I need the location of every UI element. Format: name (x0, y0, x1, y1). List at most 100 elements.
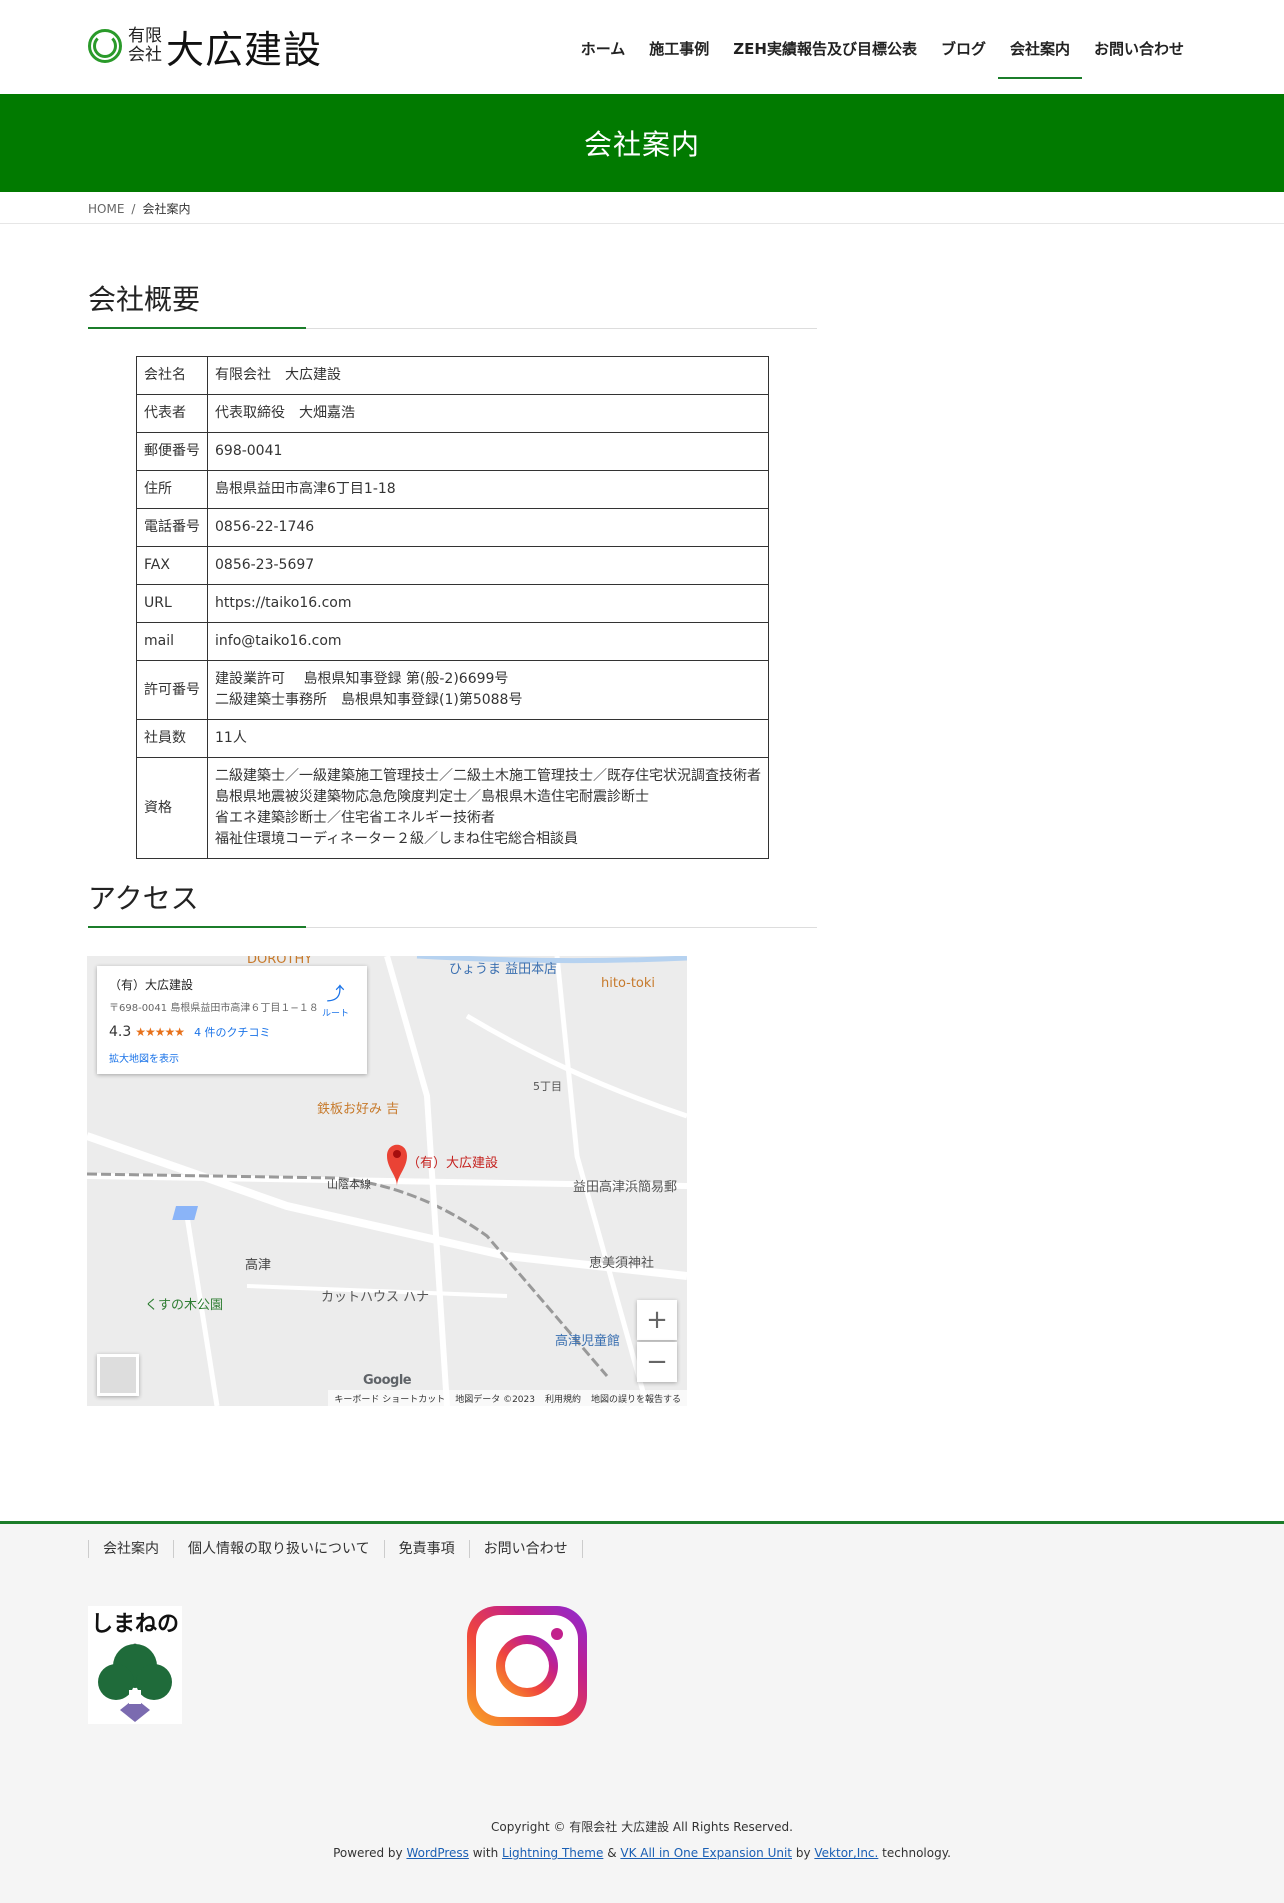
row-label: 許可番号 (136, 660, 208, 720)
instagram-icon[interactable] (467, 1606, 587, 1726)
row-value: 島根県益田市高津6丁目1-18 (207, 470, 769, 509)
wordpress-link[interactable]: WordPress (406, 1846, 468, 1860)
license-line-1: 建設業許可 島根県知事登録 第(般-2)6699号 (215, 671, 509, 687)
row-value: 0856-23-5697 (207, 546, 769, 585)
row-label: 住所 (136, 470, 208, 509)
row-label: 社員数 (136, 719, 208, 758)
google-map[interactable]: （有）大広建設 〒698-0041 島根県益田市高津６丁目１−１８ 4.3 ★★… (87, 956, 687, 1406)
map-keyboard-shortcuts[interactable]: キーボード ショートカット (334, 1392, 445, 1405)
table-row: 資格 二級建築士／一級建築施工管理技士／二級土木施工管理技士／既存住宅状況調査技… (136, 757, 769, 859)
footer-nav: 会社案内 個人情報の取り扱いについて 免責事項 お問い合わせ (88, 1540, 583, 1558)
powered-with: with (472, 1846, 499, 1860)
footer-nav-disclaimer[interactable]: 免責事項 (383, 1540, 469, 1558)
map-place-card: （有）大広建設 〒698-0041 島根県益田市高津６丁目１−１８ 4.3 ★★… (97, 966, 367, 1074)
map-larger-link[interactable]: 拡大地図を表示 (109, 1050, 355, 1065)
map-rating: 4.3 ★★★★★ 4 件のクチコミ (109, 1024, 355, 1040)
table-row: 社員数 11人 (136, 719, 769, 758)
row-value: 代表取締役 大畑嘉浩 (207, 394, 769, 433)
nav-blog[interactable]: ブログ (929, 30, 998, 79)
row-label: 郵便番号 (136, 432, 208, 471)
row-label: mail (136, 622, 208, 661)
nav-zeh[interactable]: ZEH実績報告及び目標公表 (721, 30, 929, 79)
row-label: 代表者 (136, 394, 208, 433)
map-report-link[interactable]: 地図の誤りを報告する (591, 1392, 681, 1405)
breadcrumb-current: 会社案内 (142, 202, 191, 216)
row-value: 有限会社 大広建設 (207, 356, 769, 395)
page-header-band: 会社案内 (0, 94, 1284, 192)
row-label: 電話番号 (136, 508, 208, 547)
nav-works[interactable]: 施工事例 (637, 30, 721, 79)
map-zoom-out-button[interactable]: − (637, 1342, 677, 1382)
table-row: 郵便番号 698-0041 (136, 432, 769, 471)
star-rating-icon: ★★★★★ (135, 1025, 185, 1039)
qualification-line-3: 省エネ建築診断士／住宅省エネルギー技術者 (215, 810, 495, 826)
access-heading: アクセス (88, 877, 306, 928)
nav-company[interactable]: 会社案内 (997, 30, 1082, 79)
map-zoom-in-button[interactable]: + (637, 1300, 677, 1340)
map-label-cuthouse: カットハウス ハナ (321, 1290, 430, 1305)
table-row: FAX 0856-23-5697 (136, 546, 769, 585)
row-value: 0856-22-1746 (207, 508, 769, 547)
logo-small-bottom: 会社 (128, 45, 162, 65)
map-reviews-link[interactable]: 4 件のクチコミ (194, 1024, 271, 1040)
breadcrumb-separator: / (131, 201, 136, 216)
map-terms-link[interactable]: 利用規約 (545, 1392, 581, 1405)
copyright-text: Copyright © 有限会社 大広建設 All Rights Reserve… (491, 1820, 793, 1834)
site-logo[interactable]: 有限 会社 大広建設 (88, 24, 322, 72)
table-row: 代表者 代表取締役 大畑嘉浩 (136, 394, 769, 433)
map-label-post: 益田高津浜簡易郵 (573, 1180, 678, 1195)
map-directions-button[interactable]: ⤴ ルート (322, 980, 349, 1019)
shimane-wood-logo[interactable]: しまねの木 (88, 1606, 182, 1724)
powered-prefix: Powered by (333, 1846, 403, 1860)
map-label-teppan: 鉄板お好み 吉 (317, 1102, 400, 1117)
map-label-park: くすの木公園 (145, 1298, 224, 1313)
table-row: 会社名 有限会社 大広建設 (136, 356, 769, 395)
footer-nav-contact[interactable]: お問い合わせ (468, 1540, 583, 1558)
qualification-line-4: 福祉住環境コーディネーター２級／しまね住宅総合相談員 (215, 831, 579, 847)
license-line-2: 二級建築士事務所 島根県知事登録(1)第5088号 (215, 692, 523, 708)
lightning-theme-link[interactable]: Lightning Theme (502, 1846, 603, 1860)
directions-icon: ⤴ (326, 984, 345, 1005)
overview-heading: 会社概要 (88, 278, 307, 329)
table-row: 住所 島根県益田市高津6丁目1-18 (136, 470, 769, 509)
breadcrumb-home[interactable]: HOME (88, 202, 124, 216)
map-place-address: 〒698-0041 島根県益田市高津６丁目１−１８ (109, 1003, 319, 1014)
map-label-5chome: 5丁目 (533, 1080, 562, 1093)
table-row: URL https://taiko16.com (136, 584, 769, 623)
nav-contact[interactable]: お問い合わせ (1082, 30, 1196, 79)
powered-amp: & (607, 1846, 617, 1860)
map-label-dorothy: DOROTHY (247, 956, 313, 967)
company-table: 会社名 有限会社 大広建設 代表者 代表取締役 大畑嘉浩 郵便番号 698-0041 … (136, 356, 769, 859)
footer-nav-privacy[interactable]: 個人情報の取り扱いについて (173, 1540, 384, 1558)
map-label-hitotoki: hito-toki (601, 976, 656, 991)
row-label: 資格 (136, 757, 208, 859)
map-footer-bar: キーボード ショートカット 地図データ ©2023 利用規約 地図の誤りを報告す… (328, 1390, 687, 1406)
nav-home[interactable]: ホーム (569, 30, 638, 79)
map-label-line: 山陰本線 (327, 1178, 371, 1191)
map-data-credit: 地図データ ©2023 (455, 1394, 535, 1405)
qualification-line-1: 二級建築士／一級建築施工管理技士／二級土木施工管理技士／既存住宅状況調査技術者 (215, 768, 761, 784)
map-place-name: （有）大広建設 (109, 978, 194, 992)
page-title: 会社案内 (583, 128, 700, 161)
vektor-link[interactable]: Vektor,Inc. (814, 1846, 878, 1860)
footer-nav-company[interactable]: 会社案内 (88, 1540, 173, 1558)
map-type-toggle[interactable] (97, 1354, 139, 1396)
map-label-shrine: 恵美須神社 (589, 1256, 655, 1271)
table-row: mail info@taiko16.com (136, 622, 769, 661)
row-value: info@taiko16.com (207, 622, 769, 661)
row-label: 会社名 (136, 356, 208, 395)
row-value: https://taiko16.com (207, 584, 769, 623)
table-row: 電話番号 0856-22-1746 (136, 508, 769, 547)
row-label: URL (136, 584, 208, 623)
row-value: 698-0041 (207, 432, 769, 471)
logo-name: 大広建設 (166, 27, 323, 72)
vk-expansion-link[interactable]: VK All in One Expansion Unit (620, 1846, 792, 1860)
map-label-company: （有）大広建設 (407, 1156, 499, 1171)
overview-heading-wrap: 会社概要 (88, 278, 817, 329)
powered-by: Powered by WordPress with Lightning Them… (0, 1846, 1284, 1860)
logo-mark-icon (88, 29, 122, 63)
google-logo: Google (363, 1373, 412, 1388)
shimane-tree-icon (98, 1644, 172, 1722)
map-label-hyouma: ひょうま 益田本店 (449, 962, 558, 977)
row-value: 建設業許可 島根県知事登録 第(般-2)6699号 二級建築士事務所 島根県知事… (207, 660, 769, 720)
